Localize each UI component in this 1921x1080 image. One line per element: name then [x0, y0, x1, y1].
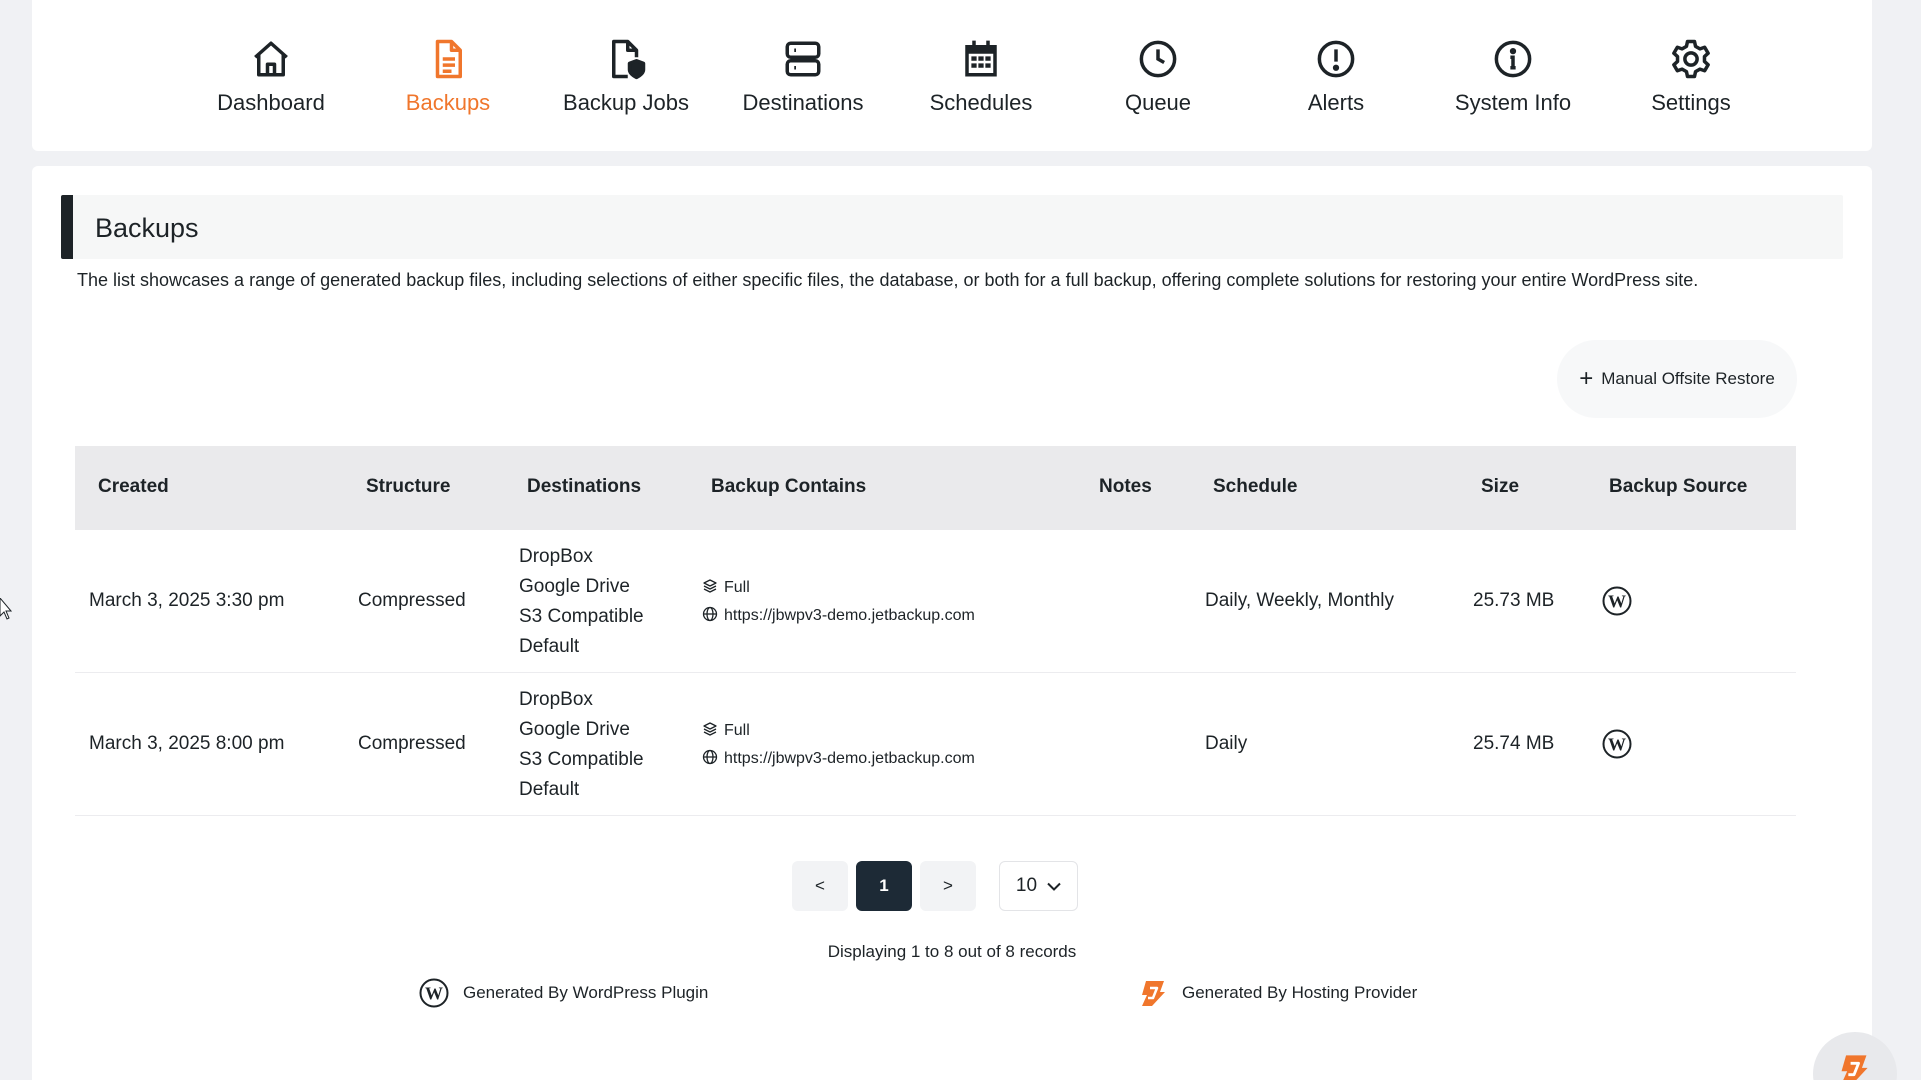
- destination-item: S3 Compatible: [519, 606, 644, 627]
- previous-page-button[interactable]: <: [792, 861, 848, 911]
- calendar-icon: [965, 40, 997, 77]
- destination-item: Default: [519, 636, 580, 657]
- layers-icon: [703, 722, 717, 736]
- column-header-backup-source[interactable]: Backup Source: [1609, 476, 1747, 498]
- nav-item-backups[interactable]: Backups: [359, 38, 537, 116]
- backup-type: Full: [724, 579, 750, 596]
- schedule-cell: Daily: [1205, 733, 1248, 754]
- schedule-cell: Daily, Weekly, Monthly: [1205, 590, 1394, 611]
- nav-label: Alerts: [1307, 90, 1365, 115]
- destination-item: S3 Compatible: [519, 749, 644, 770]
- structure-cell: Compressed: [358, 733, 466, 754]
- manual-offsite-restore-button[interactable]: + Manual Offsite Restore: [1557, 340, 1797, 418]
- legend-hosting-label: Generated By Hosting Provider: [1182, 983, 1418, 1002]
- created-cell: March 3, 2025 3:30 pm: [89, 590, 285, 611]
- backup-contains-cell: Full https://jbwpv3-demo.jetbackup.com: [702, 574, 975, 630]
- site-url: https://jbwpv3-demo.jetbackup.com: [724, 750, 975, 767]
- backup-type: Full: [724, 722, 750, 739]
- backup-contains-cell: Full https://jbwpv3-demo.jetbackup.com: [702, 717, 975, 773]
- next-page-button[interactable]: >: [920, 861, 976, 911]
- globe-icon: [702, 749, 718, 765]
- server-icon: [785, 41, 821, 77]
- per-page-value: 10: [1015, 875, 1038, 896]
- column-header-notes[interactable]: Notes: [1099, 476, 1152, 498]
- gear-icon: [1672, 39, 1710, 79]
- nav-item-system-info[interactable]: System Info: [1424, 38, 1602, 116]
- nav-label: Settings: [1651, 90, 1731, 115]
- nav-label: Backups: [405, 90, 491, 115]
- clock-icon: [1139, 40, 1177, 78]
- file-shield-icon: [612, 39, 646, 80]
- jetbackup-logo-icon: [1142, 981, 1165, 1006]
- jetbackup-logo-icon: [1841, 1055, 1868, 1080]
- destination-item: Default: [519, 779, 580, 800]
- table-header: Created Structure Destinations Backup Co…: [75, 446, 1796, 530]
- wordpress-icon: W: [1602, 586, 1632, 616]
- legend-hosting-provider: Generated By Hosting Provider: [1138, 978, 1417, 1008]
- nav-item-queue[interactable]: Queue: [1069, 38, 1247, 116]
- alert-circle-icon: [1317, 40, 1355, 78]
- destination-item: Google Drive: [519, 719, 630, 740]
- nav-label: Queue: [1124, 90, 1192, 115]
- layers-icon: [703, 579, 717, 593]
- per-page-select[interactable]: 10: [999, 861, 1078, 911]
- nav-label: Backup Jobs: [563, 90, 689, 115]
- nav-label: Dashboard: [217, 90, 325, 115]
- legend-plugin-label: Generated By WordPress Plugin: [463, 983, 709, 1002]
- nav-label: Destinations: [742, 90, 864, 115]
- table-row[interactable]: March 3, 2025 8:00 pm Compressed DropBox…: [75, 673, 1796, 816]
- page-description: The list showcases a range of generated …: [77, 270, 1699, 290]
- nav-item-dashboard[interactable]: Dashboard: [182, 38, 360, 116]
- structure-cell: Compressed: [358, 590, 466, 611]
- destination-item: Google Drive: [519, 576, 630, 597]
- destinations-cell: DropBox Google Drive S3 Compatible Defau…: [519, 685, 644, 805]
- globe-icon: [702, 606, 718, 622]
- nav-item-alerts[interactable]: Alerts: [1247, 38, 1425, 116]
- nav-item-backup-jobs[interactable]: Backup Jobs: [537, 38, 715, 116]
- legend-wordpress-plugin: W Generated By WordPress Plugin: [419, 978, 708, 1008]
- table-row[interactable]: March 3, 2025 3:30 pm Compressed DropBox…: [75, 530, 1796, 673]
- column-header-destinations[interactable]: Destinations: [527, 476, 641, 498]
- backups-panel: Backups The list showcases a range of ge…: [32, 166, 1872, 1080]
- wordpress-icon: W: [1602, 729, 1632, 759]
- nav-item-destinations[interactable]: Destinations: [714, 38, 892, 116]
- site-url: https://jbwpv3-demo.jetbackup.com: [724, 607, 975, 624]
- svg-text:W: W: [425, 984, 443, 1004]
- section-header: Backups: [61, 195, 1843, 259]
- column-header-structure[interactable]: Structure: [366, 476, 450, 498]
- column-header-schedule[interactable]: Schedule: [1213, 476, 1297, 498]
- nav-item-settings[interactable]: Settings: [1602, 38, 1780, 116]
- page-1-button[interactable]: 1: [856, 861, 912, 911]
- nav-label: Schedules: [929, 90, 1033, 115]
- nav-label: System Info: [1454, 90, 1572, 115]
- nav-item-schedules[interactable]: Schedules: [892, 38, 1070, 116]
- svg-text:W: W: [1608, 592, 1626, 612]
- info-circle-icon: [1494, 40, 1532, 78]
- size-cell: 25.73 MB: [1473, 590, 1555, 611]
- backups-table: Created Structure Destinations Backup Co…: [75, 446, 1796, 816]
- destination-item: DropBox: [519, 546, 593, 567]
- destinations-cell: DropBox Google Drive S3 Compatible Defau…: [519, 542, 644, 662]
- created-cell: March 3, 2025 8:00 pm: [89, 733, 285, 754]
- restore-button-label: Manual Offsite Restore: [1601, 369, 1775, 388]
- wordpress-icon: W: [419, 978, 449, 1008]
- page-title: Backups: [95, 213, 199, 243]
- column-header-backup-contains[interactable]: Backup Contains: [711, 476, 866, 498]
- svg-text:W: W: [1608, 735, 1626, 755]
- plus-icon: +: [1579, 365, 1594, 392]
- mouse-cursor-icon: [0, 598, 12, 620]
- records-count: Displaying 1 to 8 out of 8 records: [827, 942, 1077, 961]
- document-icon: [435, 39, 462, 79]
- destination-item: DropBox: [519, 689, 593, 710]
- column-header-size[interactable]: Size: [1481, 476, 1519, 498]
- top-navigation: Dashboard Backups Backup Jobs Destinatio…: [32, 0, 1872, 151]
- column-header-created[interactable]: Created: [98, 476, 169, 498]
- chevron-down-icon: [1047, 882, 1061, 891]
- home-icon: [254, 41, 288, 77]
- size-cell: 25.74 MB: [1473, 733, 1555, 754]
